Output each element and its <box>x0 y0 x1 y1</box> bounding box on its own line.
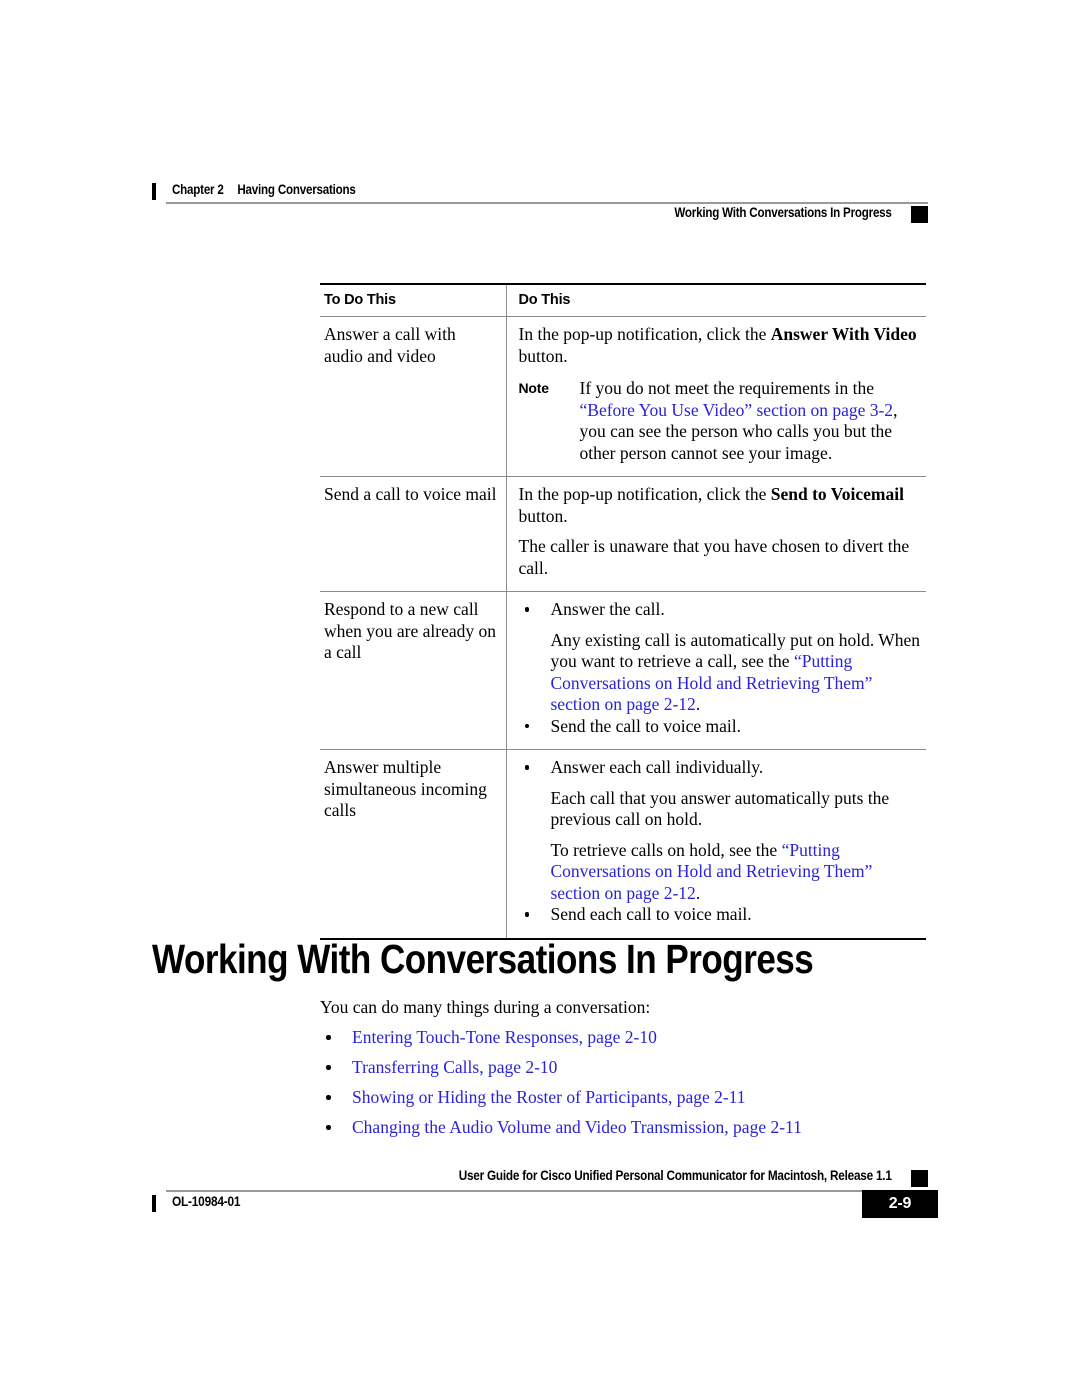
text-run: button. <box>518 505 568 526</box>
tasks-table: To Do This Do This Answer a call with au… <box>320 283 926 940</box>
cross-reference-link[interactable]: “Before You Use Video” section on page 3… <box>580 400 894 420</box>
bold-term: Send to Voicemail <box>770 484 904 504</box>
text-run: To retrieve calls on hold, see the <box>550 839 782 860</box>
bullet-sub-paragraph: Any existing call is automatically put o… <box>519 630 923 716</box>
bullet-dot-icon <box>326 1035 331 1040</box>
bullet-dot-icon <box>326 1095 331 1100</box>
list-item: Changing the Audio Volume and Video Tran… <box>320 1117 940 1147</box>
list-item: Entering Touch-Tone Responses, page 2-10 <box>320 1027 940 1057</box>
text-run: Answer the call. <box>550 599 665 619</box>
text-run: button. <box>518 345 568 366</box>
text-run: Any existing call is automatically put o… <box>550 629 921 672</box>
footer-square-marker-icon <box>911 1170 928 1187</box>
page-title: Working With Conversations In Progress <box>152 936 814 982</box>
bullet-dot-icon <box>524 723 529 728</box>
note-text: If you do not meet the requirements in t… <box>580 378 898 463</box>
text-run: In the pop-up notification, click the <box>518 484 771 504</box>
column-header-do-this: Do This <box>505 283 926 317</box>
bullet-sub-paragraph: Each call that you answer automatically … <box>519 788 923 831</box>
table-header-row: To Do This Do This <box>320 283 926 317</box>
table-row: Answer multiple simultaneous incoming ca… <box>320 749 926 940</box>
table-body: Answer a call with audio and video In the… <box>320 316 926 940</box>
header-top-row: Chapter 2 Having Conversations <box>152 182 928 204</box>
footer-page-number: 2-9 <box>862 1190 938 1218</box>
table-cell-instructions: In the pop-up notification, click the An… <box>505 316 926 477</box>
bullet-item: Answer the call. <box>519 599 923 621</box>
footer-tick-mark <box>152 1195 156 1212</box>
header-section-title: Working With Conversations In Progress <box>674 205 893 220</box>
table-header: To Do This Do This <box>320 283 926 317</box>
text-run: Answer each call individually. <box>550 757 764 777</box>
list-item: Showing or Hiding the Roster of Particip… <box>320 1087 940 1117</box>
table-cell-task: Answer a call with audio and video <box>320 316 506 477</box>
header-square-marker-icon <box>911 206 928 223</box>
table-cell-instructions: In the pop-up notification, click the Se… <box>505 476 926 592</box>
table-row: Answer a call with audio and video In the… <box>320 316 926 477</box>
table-row: Send a call to voice mail In the pop-up n… <box>320 476 926 592</box>
bold-term: Answer With Video <box>770 324 917 344</box>
text-run: The caller is unaware that you have chos… <box>518 536 910 578</box>
table-cell-instructions: Answer each call individually. Each call … <box>505 749 926 940</box>
text-run: Send the call to voice mail. <box>550 715 742 736</box>
bullet-dot-icon <box>524 765 529 770</box>
footer-rule <box>166 1190 928 1192</box>
text-run: In the pop-up notification, click the <box>518 324 771 344</box>
table-cell-task: Answer multiple simultaneous incoming ca… <box>320 749 506 940</box>
text-run: Each call that you answer automatically … <box>550 787 890 830</box>
bullet-dot-icon <box>524 607 529 612</box>
note-label: Note <box>518 380 550 396</box>
note-block: Note If you do not meet the requirements … <box>519 378 923 464</box>
section-intro-text: You can do many things during a conversa… <box>320 997 651 1017</box>
table-cell-instructions: Answer the call. Any existing call is aut… <box>505 591 926 750</box>
bullet-dot-icon <box>326 1065 331 1070</box>
bullet-sub-paragraph: To retrieve calls on hold, see the “Putt… <box>519 840 923 905</box>
footer-document-id: OL-10984-01 <box>172 1194 241 1209</box>
text-run: . <box>695 882 701 903</box>
header-tick-mark <box>152 183 156 200</box>
text-run: . <box>695 694 701 714</box>
bullet-item: Send each call to voice mail. <box>519 904 923 926</box>
document-page: Chapter 2 Having Conversations Working Wi… <box>0 0 1080 1397</box>
instruction-paragraph: In the pop-up notification, click the Se… <box>519 484 923 527</box>
bullet-item: Send the call to voice mail. <box>519 716 923 738</box>
footer-guide-title: User Guide for Cisco Unified Personal Co… <box>459 1168 892 1183</box>
instruction-paragraph: The caller is unaware that you have chos… <box>519 536 923 579</box>
header-chapter: Chapter 2 Having Conversations <box>172 182 356 197</box>
table-cell-task: Respond to a new call when you are alrea… <box>320 591 506 750</box>
column-header-to-do-this: To Do This <box>320 283 506 317</box>
text-run: If you do not meet the requirements in t… <box>579 378 875 398</box>
instruction-paragraph: In the pop-up notification, click the An… <box>519 324 923 367</box>
bullet-dot-icon <box>326 1125 331 1130</box>
list-item: Transferring Calls, page 2-10 <box>320 1057 940 1087</box>
header-chapter-number: Chapter 2 <box>172 182 224 197</box>
table-row: Respond to a new call when you are alrea… <box>320 591 926 750</box>
text-run: Send each call to voice mail. <box>550 904 752 924</box>
section-link[interactable]: Changing the Audio Volume and Video Tran… <box>352 1117 802 1137</box>
bullet-dot-icon <box>524 912 529 917</box>
header-bottom-row: Working With Conversations In Progress <box>152 204 928 228</box>
running-header: Chapter 2 Having Conversations Working Wi… <box>152 182 928 223</box>
section-link[interactable]: Transferring Calls, page 2-10 <box>352 1057 557 1077</box>
section-link[interactable]: Entering Touch-Tone Responses, page 2-10 <box>352 1027 657 1047</box>
header-chapter-title: Having Conversations <box>237 182 356 197</box>
section-link[interactable]: Showing or Hiding the Roster of Particip… <box>352 1087 746 1107</box>
table-cell-task: Send a call to voice mail <box>320 476 506 592</box>
section-link-list: Entering Touch-Tone Responses, page 2-10… <box>320 1027 940 1147</box>
bullet-item: Answer each call individually. <box>519 757 923 779</box>
running-footer: User Guide for Cisco Unified Personal Co… <box>152 1168 938 1228</box>
